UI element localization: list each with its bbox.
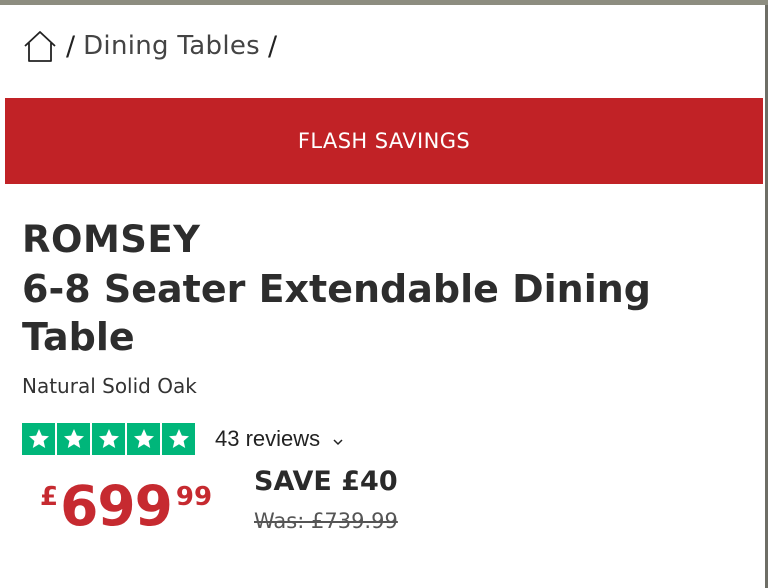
price-currency: £: [40, 482, 59, 512]
star-icon: [162, 423, 195, 455]
product-title: 6-8 Seater Extendable Dining Table: [22, 267, 652, 359]
breadcrumb-link-dining-tables[interactable]: Dining Tables: [83, 31, 260, 61]
star-icon: [92, 423, 125, 455]
reviews-link[interactable]: 43 reviews: [215, 426, 320, 452]
product-brand: ROMSEY: [22, 218, 201, 261]
star-icon: [127, 423, 160, 455]
was-price: Was: £739.99: [254, 509, 398, 533]
top-divider: [0, 0, 768, 5]
banner-label: FLASH SAVINGS: [297, 129, 471, 153]
home-icon[interactable]: [22, 28, 58, 64]
breadcrumb: / Dining Tables /: [22, 26, 285, 66]
star-icon: [22, 423, 55, 455]
star-icon: [57, 423, 90, 455]
price-pence: 99: [175, 482, 213, 512]
breadcrumb-separator: /: [267, 30, 278, 62]
flash-savings-banner: FLASH SAVINGS: [5, 98, 763, 184]
price-whole: 699: [60, 474, 173, 538]
chevron-down-icon[interactable]: [332, 433, 344, 446]
breadcrumb-separator: /: [66, 30, 76, 62]
save-amount: SAVE £40: [254, 466, 398, 497]
rating-row[interactable]: 43 reviews: [22, 423, 344, 455]
current-price: £ 699 99: [40, 470, 212, 542]
star-rating: [22, 423, 195, 455]
product-variant: Natural Solid Oak: [22, 374, 197, 398]
